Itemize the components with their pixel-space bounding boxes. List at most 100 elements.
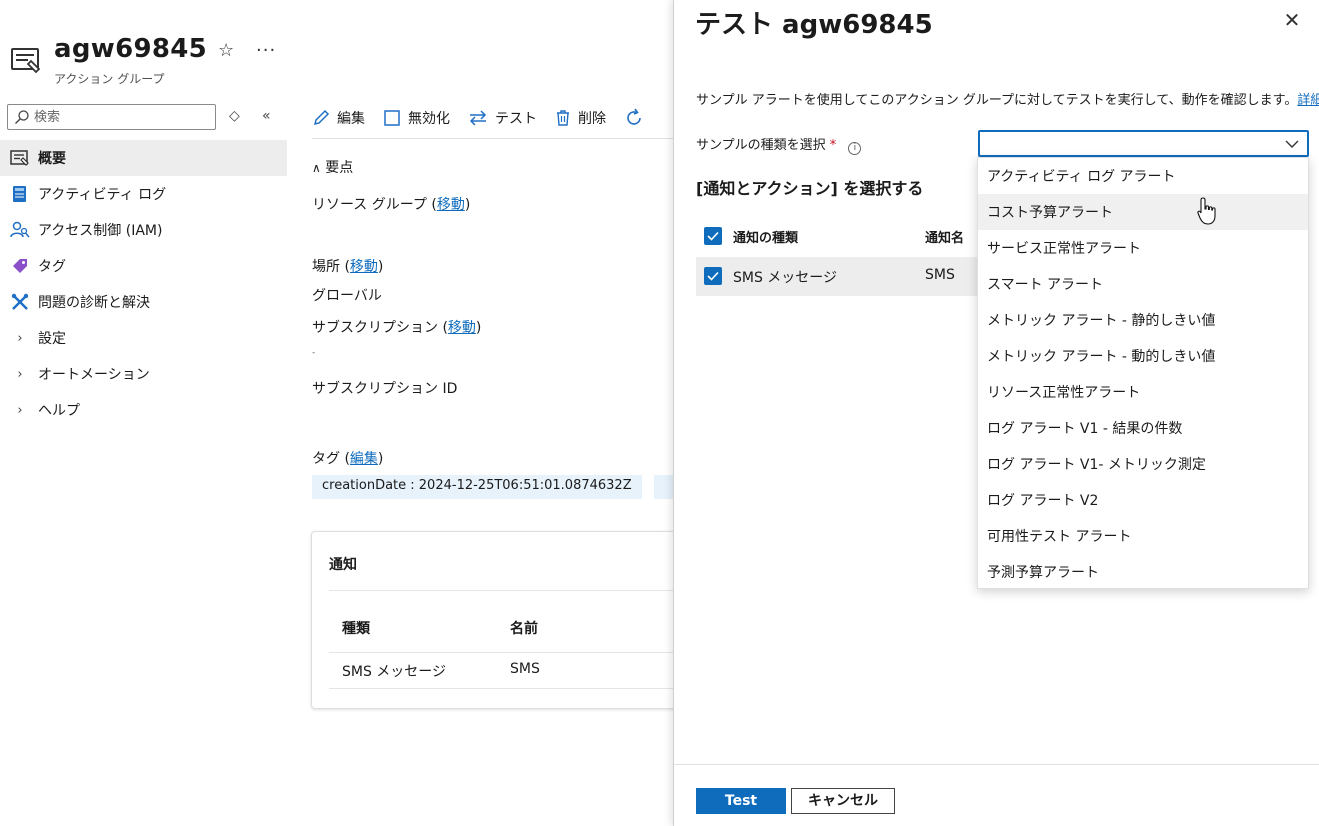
nav-item-label: ヘルプ bbox=[38, 403, 80, 419]
search-input[interactable] bbox=[34, 107, 212, 127]
delete-button[interactable]: 削除 bbox=[555, 108, 606, 128]
edit-button[interactable]: 編集 bbox=[312, 108, 365, 128]
page-title: agw69845 bbox=[54, 34, 208, 64]
nav-item-label: 設定 bbox=[38, 331, 66, 347]
trash-icon bbox=[557, 110, 569, 126]
column-header-name: 名前 bbox=[510, 621, 538, 637]
essentials-toggle[interactable]: ∧ 要点 bbox=[312, 157, 353, 177]
tag-pill: creationDate : 2024-12-25T06:51:01.08746… bbox=[312, 475, 642, 499]
table-cell-type: SMS メッセージ bbox=[342, 664, 447, 680]
refresh-icon bbox=[627, 108, 641, 125]
command-bar: 編集 無効化 テスト 削除 bbox=[312, 100, 674, 136]
footer-divider bbox=[674, 764, 1319, 765]
notifications-card: 通知 種類 名前 SMS メッセージ SMS bbox=[311, 531, 691, 709]
learn-more-link[interactable]: 詳細情報 bbox=[1297, 93, 1319, 108]
row-checkbox[interactable] bbox=[704, 267, 722, 285]
tags-field: タグ (編集) bbox=[312, 451, 384, 467]
dropdown-option[interactable]: スマート アラート bbox=[978, 266, 1308, 302]
table-cell-name: SMS bbox=[510, 661, 540, 677]
grid-row[interactable]: SMS メッセージ SMS bbox=[696, 257, 986, 296]
chevron-right-icon: › bbox=[17, 402, 23, 418]
dropdown-option[interactable]: アクティビティ ログ アラート bbox=[978, 158, 1308, 194]
nav-search-box[interactable] bbox=[7, 104, 216, 130]
nav-item-label: アクティビティ ログ bbox=[38, 187, 167, 203]
location-value: グローバル bbox=[312, 288, 382, 304]
sample-type-dropdown[interactable] bbox=[978, 130, 1309, 157]
nav-item-label: タグ bbox=[38, 259, 66, 275]
resource-group-field: リソース グループ (移動) bbox=[312, 197, 471, 213]
grid-header: 通知の種類 通知名 bbox=[696, 220, 986, 254]
grid-col-type: 通知の種類 bbox=[733, 231, 799, 246]
nav-item-label: オートメーション bbox=[38, 367, 150, 383]
chevron-right-icon: › bbox=[17, 330, 23, 346]
panel-description: サンプル アラートを使用してこのアクション グループに対してテストを実行して、動… bbox=[696, 89, 1319, 108]
subscription-move-link[interactable]: 移動 bbox=[448, 320, 476, 336]
card-divider bbox=[329, 688, 689, 689]
dropdown-option[interactable]: メトリック アラート - 静的しきい値 bbox=[978, 302, 1308, 338]
nav-item-label: 概要 bbox=[38, 151, 66, 167]
nav-item-iam[interactable]: アクセス制御 (IAM) bbox=[0, 212, 287, 248]
sample-type-options: アクティビティ ログ アラート コスト予算アラート サービス正常性アラート スマ… bbox=[977, 157, 1309, 589]
nav-item-overview[interactable]: 概要 bbox=[0, 140, 287, 176]
dropdown-option[interactable]: リソース正常性アラート bbox=[978, 374, 1308, 410]
required-indicator: * bbox=[829, 138, 837, 153]
location-field: 場所 (移動) bbox=[312, 259, 384, 275]
card-title: 通知 bbox=[329, 557, 357, 573]
expand-all-icon[interactable]: ◇ bbox=[229, 108, 240, 124]
card-divider bbox=[329, 652, 689, 653]
nav-item-settings[interactable]: › 設定 bbox=[0, 320, 287, 356]
dropdown-option[interactable]: コスト予算アラート bbox=[978, 194, 1308, 230]
resource-group-move-link[interactable]: 移動 bbox=[437, 197, 465, 213]
dropdown-option[interactable]: メトリック アラート - 動的しきい値 bbox=[978, 338, 1308, 374]
nav-item-label: 問題の診断と解決 bbox=[38, 295, 150, 311]
activity-log-icon bbox=[10, 184, 30, 204]
toolbar-divider bbox=[312, 138, 674, 139]
nav-item-help[interactable]: › ヘルプ bbox=[0, 392, 287, 428]
location-move-link[interactable]: 移動 bbox=[350, 259, 378, 275]
iam-icon bbox=[10, 220, 30, 240]
nav-item-label: アクセス制御 (IAM) bbox=[38, 223, 163, 239]
hand-cursor-icon bbox=[1197, 197, 1216, 225]
disable-button[interactable]: 無効化 bbox=[383, 108, 450, 128]
nav-item-diagnose[interactable]: 問題の診断と解決 bbox=[0, 284, 287, 320]
close-icon[interactable]: ✕ bbox=[1282, 8, 1302, 32]
action-group-icon bbox=[11, 48, 41, 74]
nav-item-tags[interactable]: タグ bbox=[0, 248, 287, 284]
tag-icon bbox=[10, 256, 30, 276]
grid-cell-name: SMS bbox=[925, 267, 955, 283]
dropdown-option[interactable]: 予測予算アラート bbox=[978, 554, 1308, 590]
dropdown-option[interactable]: サービス正常性アラート bbox=[978, 230, 1308, 266]
overview-icon bbox=[10, 148, 30, 168]
grid-col-name: 通知名 bbox=[925, 231, 965, 246]
more-options-button[interactable]: ··· bbox=[256, 40, 276, 61]
test-button[interactable]: テスト bbox=[468, 108, 537, 128]
chevron-right-icon: › bbox=[17, 366, 23, 382]
card-divider bbox=[329, 590, 689, 591]
dropdown-option[interactable]: ログ アラート V1 - 結果の件数 bbox=[978, 410, 1308, 446]
test-submit-button[interactable]: Test bbox=[696, 788, 786, 814]
subscription-field: サブスクリプション (移動) bbox=[312, 320, 482, 336]
checkbox-outline-icon bbox=[384, 110, 400, 126]
nav-item-automation[interactable]: › オートメーション bbox=[0, 356, 287, 392]
select-all-checkbox[interactable] bbox=[704, 227, 722, 245]
dropdown-option[interactable]: ログ アラート V2 bbox=[978, 482, 1308, 518]
swap-arrows-icon bbox=[469, 110, 487, 126]
tags-edit-link[interactable]: 編集 bbox=[350, 451, 378, 467]
cancel-button[interactable]: キャンセル bbox=[791, 788, 895, 814]
column-header-type: 種類 bbox=[342, 621, 370, 637]
dropdown-option[interactable]: 可用性テスト アラート bbox=[978, 518, 1308, 554]
dropdown-option[interactable]: ログ アラート V1- メトリック測定 bbox=[978, 446, 1308, 482]
page-subtitle: アクション グループ bbox=[54, 72, 165, 86]
subscription-value: - bbox=[312, 348, 316, 358]
collapse-nav-icon[interactable]: « bbox=[262, 108, 271, 124]
tag-pill-overflow bbox=[654, 475, 673, 499]
chevron-down-icon bbox=[1285, 140, 1299, 148]
nav-item-activity-log[interactable]: アクティビティ ログ bbox=[0, 176, 287, 212]
sample-type-label: サンプルの種類を選択 * i bbox=[696, 134, 862, 155]
left-nav: 概要 アクティビティ ログ アクセス制御 (IAM) タグ 問題の診断と解決 ›… bbox=[0, 140, 287, 428]
grid-cell-type: SMS メッセージ bbox=[733, 270, 838, 286]
info-icon[interactable]: i bbox=[848, 142, 862, 155]
favorite-star-icon[interactable]: ☆ bbox=[218, 40, 234, 61]
refresh-button[interactable] bbox=[624, 108, 651, 128]
search-icon bbox=[15, 110, 29, 124]
